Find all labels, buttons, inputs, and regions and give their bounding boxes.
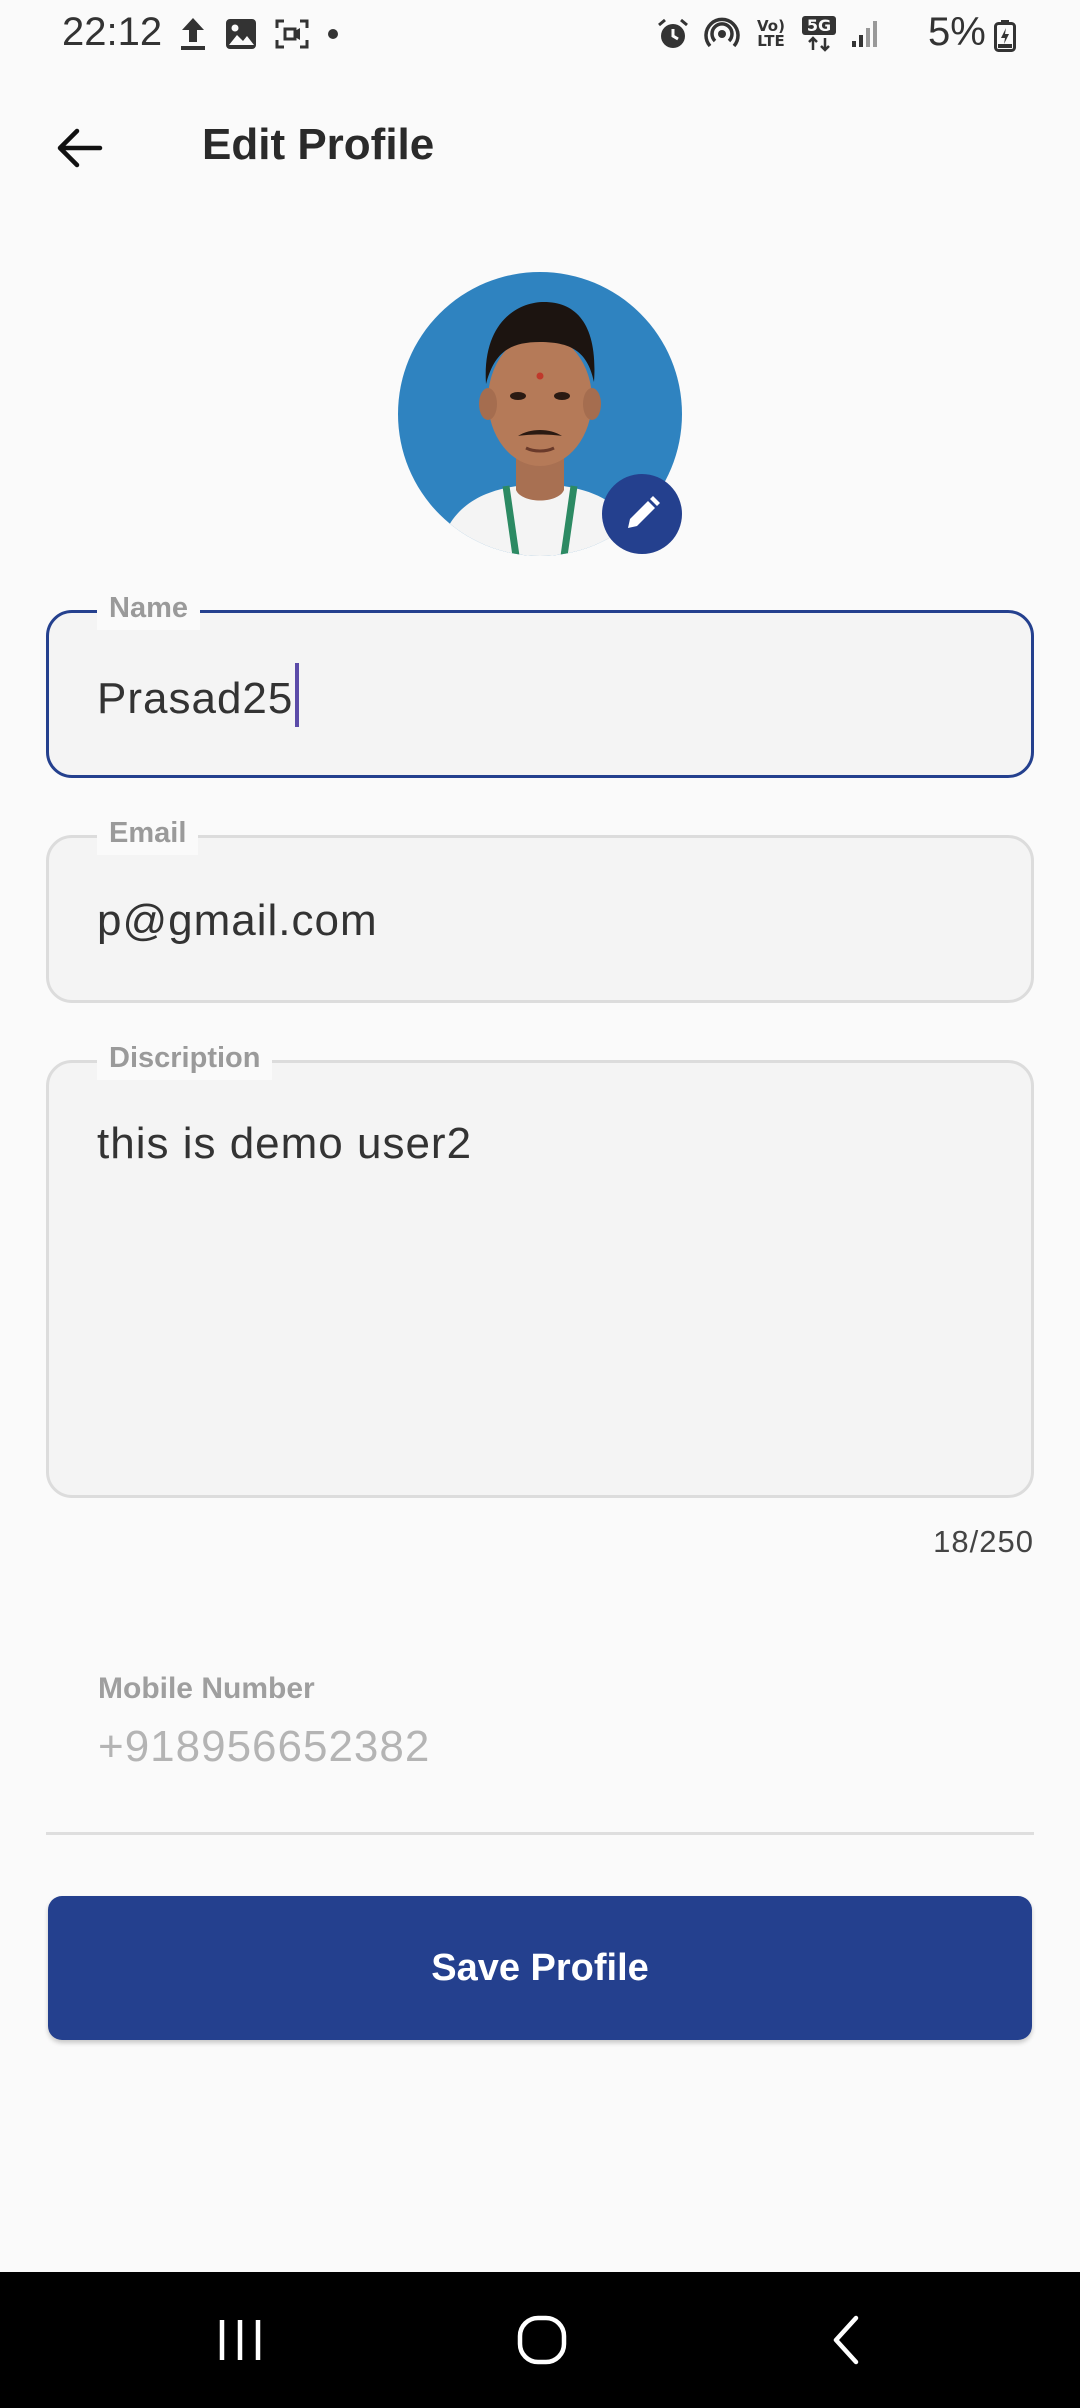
volte-icon: Vo) LTE [757, 17, 785, 50]
arrow-left-icon [57, 128, 103, 168]
pencil-icon [628, 496, 660, 528]
description-field[interactable]: Discription this is demo user2 [46, 1036, 1034, 1498]
description-counter: 18/250 [933, 1524, 1034, 1559]
status-right-icons: Vo) LTE 5G [656, 16, 880, 52]
upload-icon [181, 18, 205, 50]
status-left-icons [178, 16, 340, 52]
save-profile-button[interactable]: Save Profile [48, 1896, 1032, 2040]
text-cursor [295, 663, 300, 727]
5g-icon: 5G [802, 16, 836, 52]
description-value: this is demo user2 [97, 1119, 473, 1168]
nav-back-button[interactable] [796, 2292, 896, 2388]
screen-record-icon [275, 19, 309, 49]
home-button[interactable] [492, 2292, 592, 2388]
image-icon [226, 19, 256, 49]
name-value: Prasad25 [97, 674, 294, 723]
battery-icon [994, 20, 1016, 52]
recent-apps-button[interactable] [190, 2292, 290, 2388]
dot-icon [328, 29, 338, 39]
alarm-icon [658, 18, 688, 48]
mobile-input[interactable]: +918956652382 [98, 1722, 430, 1772]
page-title: Edit Profile [202, 120, 435, 169]
5g-label: 5G [802, 16, 836, 35]
status-time: 22:12 [62, 10, 163, 54]
email-value: p@gmail.com [97, 896, 378, 945]
edit-avatar-button[interactable] [602, 474, 682, 554]
back-button[interactable] [48, 116, 112, 180]
name-label: Name [97, 586, 200, 630]
description-label: Discription [97, 1036, 273, 1080]
name-input[interactable]: Prasad25 [97, 663, 300, 727]
mobile-label: Mobile Number [98, 1672, 315, 1705]
battery-percentage: 5% [928, 10, 986, 54]
status-bar: 22:12 Vo) LTE 5G 5% [0, 0, 1080, 72]
back-icon [833, 2315, 859, 2365]
email-field[interactable]: Email p@gmail.com [46, 811, 1034, 1003]
recent-apps-icon [219, 2320, 261, 2360]
home-icon [517, 2315, 567, 2365]
hotspot-icon [704, 17, 740, 48]
mobile-underline [46, 1832, 1034, 1835]
signal-icon [852, 21, 877, 47]
name-field[interactable]: Name Prasad25 [46, 586, 1034, 778]
email-label: Email [97, 811, 199, 855]
navigation-bar [0, 2272, 1080, 2408]
